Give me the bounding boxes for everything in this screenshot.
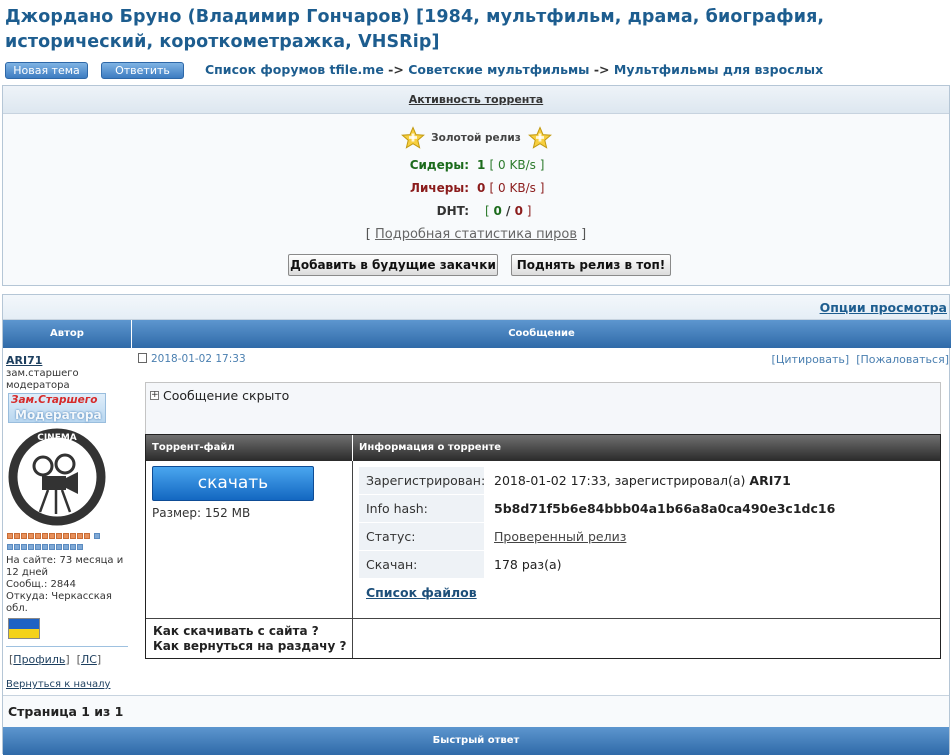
gold-star-icon (400, 126, 425, 149)
ukraine-flag-icon (8, 618, 40, 639)
expand-plus-icon[interactable]: + (150, 391, 159, 400)
status-label: Статус: (359, 523, 485, 550)
rank-badge-image: Зам.Старшего Модератора (8, 393, 106, 423)
bump-release-button[interactable]: Поднять релиз в топ! (511, 254, 671, 276)
gold-release-label: Золотой релиз (431, 132, 521, 144)
registered-value-cell: 2018-01-02 17:33, зарегистрировал(а) ARI… (486, 467, 933, 494)
leechers-value: 0 [ 0 KB/s ] (477, 181, 545, 195)
author-panel: ARI71 зам.старшего модератора Зам.Старше… (3, 348, 131, 693)
download-button[interactable]: скачать (152, 466, 314, 501)
hidden-message-spoiler[interactable]: + Сообщение скрыто (145, 382, 941, 434)
hash-value: 5b8d71f5b6e84bbb04a1b66a8a0ca490e3c1dc16 (486, 495, 933, 522)
hash-row: Info hash: 5b8d71f5b6e84bbb04a1b66a8a0ca… (359, 495, 933, 523)
quick-reply-header[interactable]: Быстрый ответ (3, 727, 949, 755)
column-divider (352, 461, 353, 658)
pagination-text: Страница 1 из 1 (8, 704, 124, 719)
status-value-cell: Проверенный релиз (486, 523, 933, 550)
leechers-speed: 0 KB/s (498, 181, 536, 195)
author-rank: зам.старшего модератора (6, 368, 79, 391)
avatar-text: CINEMA (37, 433, 77, 443)
dht-label: DHT: (436, 204, 469, 218)
profile-link[interactable]: Профиль (13, 653, 65, 666)
dht-leechers: 0 (514, 204, 523, 218)
peer-stats-link[interactable]: Подробная статистика пиров (375, 227, 577, 242)
back-to-top-row: Вернуться к началу (6, 679, 110, 690)
private-message-link[interactable]: ЛС (81, 653, 97, 666)
add-future-downloads-button[interactable]: Добавить в будущие закачки (288, 254, 498, 276)
spoiler-title[interactable]: Сообщение скрыто (163, 388, 289, 403)
hash-label: Info hash: (359, 495, 485, 522)
registered-label: Зарегистрирован: (359, 467, 485, 494)
seeders-count: 1 (477, 158, 486, 172)
pagination-row: Страница 1 из 1 (3, 695, 949, 727)
avatar: CINEMA (8, 428, 106, 526)
view-options-link[interactable]: Опции просмотра (820, 300, 947, 315)
downloaded-label: Скачан: (359, 551, 485, 578)
breadcrumb-adult-cartoons[interactable]: Мультфильмы для взрослых (614, 62, 823, 77)
faq-seed-link[interactable]: Как вернуться на раздачу ? (153, 639, 346, 654)
status-value[interactable]: Проверенный релиз (494, 529, 626, 544)
author-on-site: На сайте: 73 месяца и 12 дней (6, 555, 124, 578)
breadcrumb-separator: -> (593, 62, 610, 77)
torrent-file-header: Торрент-файл (146, 435, 353, 461)
post-actions: [Цитировать] [Пожаловаться] (771, 353, 949, 366)
peer-stats-row: [ Подробная статистика пиров ] (365, 227, 587, 242)
author-meta: На сайте: 73 месяца и 12 дней Сообщ.: 28… (6, 555, 128, 615)
view-options-row: Опции просмотра (3, 295, 949, 320)
downloaded-row: Скачан: 178 раз(а) (359, 551, 933, 579)
author-location: Откуда: Черкасская обл. (6, 591, 112, 614)
author-nick[interactable]: ARI71 (6, 354, 42, 367)
post-icon (138, 353, 147, 363)
registered-user[interactable]: ARI71 (749, 473, 790, 488)
downloaded-value: 178 раз(а) (486, 551, 933, 578)
breadcrumb-forum-list[interactable]: Список форумов tfile.me (205, 62, 384, 77)
seeders-label: Сидеры: (409, 158, 469, 172)
message-panel: 2018-01-02 17:33 [Цитировать] [Пожаловат… (132, 348, 950, 693)
seeders-value: 1 [ 0 KB/s ] (477, 158, 545, 172)
author-column-header: Автор (3, 320, 132, 348)
torrent-info-table: Торрент-файл Информация о торренте скача… (145, 434, 941, 659)
top-toolbar: Новая тема Ответить Список форумов tfile… (5, 62, 945, 80)
activity-header: Активность торрента (3, 86, 949, 114)
post-date-row: 2018-01-02 17:33 (138, 353, 246, 365)
faq-download-link[interactable]: Как скачивать с сайта ? (153, 624, 346, 639)
breadcrumb-separator: -> (388, 62, 404, 77)
divider (6, 646, 128, 647)
activity-title[interactable]: Активность торрента (409, 93, 543, 106)
reply-button[interactable]: Ответить (101, 62, 184, 79)
torrent-info-header: Информация о торренте (353, 435, 940, 461)
faq-divider (146, 618, 940, 619)
rating-dots (7, 532, 107, 554)
rank-badge-line2: Модератора (15, 408, 102, 422)
rank-badge-line1: Зам.Старшего (11, 394, 98, 406)
quote-link[interactable]: Цитировать (776, 353, 845, 366)
topic-title: Джордано Бруно (Владимир Гончаров) [1984… (5, 7, 825, 52)
registered-value: 2018-01-02 17:33, зарегистрировал(а) (494, 473, 746, 488)
seeders-speed: 0 KB/s (498, 158, 536, 172)
author-links: [Профиль] [ЛС] (9, 653, 102, 666)
gold-star-icon (527, 126, 552, 149)
gold-release: Золотой релиз (3, 126, 949, 150)
registered-row: Зарегистрирован: 2018-01-02 17:33, зарег… (359, 467, 933, 495)
faq-links: Как скачивать с сайта ? Как вернуться на… (153, 624, 346, 654)
dht-seeders: 0 (493, 204, 502, 218)
leechers-label: Личеры: (410, 181, 469, 195)
post-table: Опции просмотра Автор Сообщение ARI71 за… (2, 294, 951, 755)
breadcrumb-soviet-cartoons[interactable]: Советские мультфильмы (408, 62, 589, 77)
back-to-top-link[interactable]: Вернуться к началу (6, 679, 110, 690)
post-date[interactable]: 2018-01-02 17:33 (151, 353, 246, 365)
message-column-header: Сообщение (132, 320, 951, 348)
file-list-link[interactable]: Список файлов (366, 585, 477, 600)
dht-value: [ 0 / 0 ] (485, 204, 532, 218)
author-posts: Сообщ.: 2844 (6, 579, 76, 590)
torrent-activity-panel: Активность торрента Золотой релиз Сидеры… (2, 85, 950, 286)
new-topic-button[interactable]: Новая тема (5, 62, 88, 79)
leechers-count: 0 (477, 181, 486, 195)
report-link[interactable]: Пожаловаться (861, 353, 945, 366)
status-row: Статус: Проверенный релиз (359, 523, 933, 551)
breadcrumb: Список форумов tfile.me -> Советские мул… (205, 62, 823, 77)
torrent-size: Размер: 152 MB (152, 506, 251, 520)
